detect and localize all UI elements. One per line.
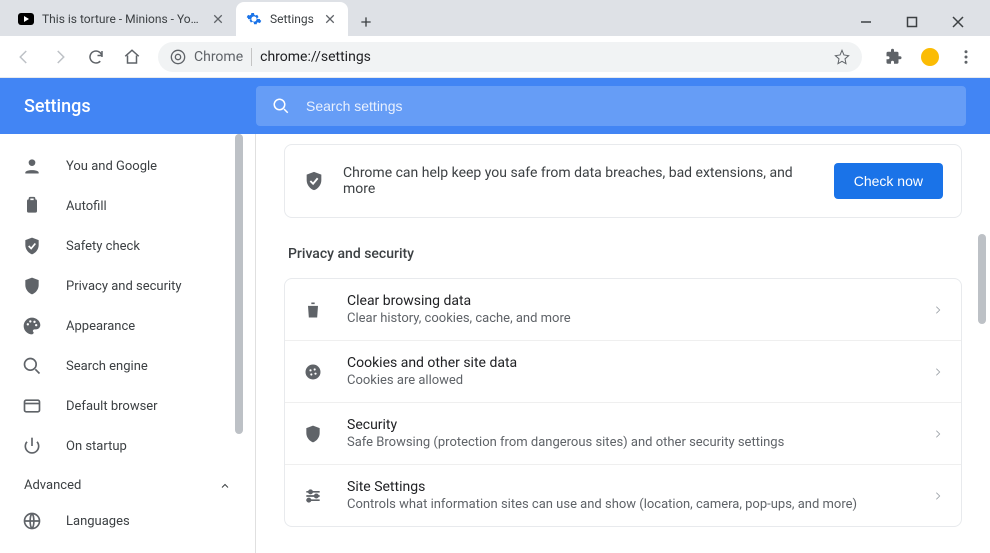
titlebar: This is torture - Minions - YouTu Settin… (0, 0, 990, 36)
star-icon[interactable] (834, 49, 850, 65)
close-icon[interactable] (210, 11, 226, 27)
row-subtitle: Safe Browsing (protection from dangerous… (347, 435, 911, 450)
chrome-icon (170, 49, 186, 65)
palette-icon (22, 316, 42, 336)
row-security[interactable]: Security Safe Browsing (protection from … (285, 402, 961, 464)
row-site-settings[interactable]: Site Settings Controls what information … (285, 464, 961, 526)
row-title: Site Settings (347, 479, 911, 495)
advanced-toggle[interactable]: Advanced (0, 466, 255, 501)
row-subtitle: Clear history, cookies, cache, and more (347, 311, 911, 326)
main-scrollbar[interactable] (974, 134, 990, 553)
window-controls (852, 4, 990, 36)
omnibox[interactable]: Chrome chrome://settings (158, 42, 862, 72)
sidebar-item-on-startup[interactable]: On startup (0, 426, 255, 466)
sidebar-item-autofill[interactable]: Autofill (0, 186, 255, 226)
check-now-button[interactable]: Check now (834, 163, 943, 199)
clipboard-icon (22, 196, 42, 216)
menu-icon[interactable] (950, 41, 982, 73)
safety-banner: Chrome can help keep you safe from data … (284, 144, 962, 218)
section-title: Privacy and security (288, 246, 958, 262)
chevron-right-icon (933, 367, 943, 377)
chevron-right-icon (933, 305, 943, 315)
globe-icon (22, 511, 42, 531)
chevron-right-icon (933, 491, 943, 501)
sidebar-item-search-engine[interactable]: Search engine (0, 346, 255, 386)
sidebar-item-label: Privacy and security (66, 279, 182, 294)
row-cookies[interactable]: Cookies and other site data Cookies are … (285, 340, 961, 402)
chevron-right-icon (933, 429, 943, 439)
divider (251, 48, 252, 66)
forward-button[interactable] (44, 41, 76, 73)
shield-icon (303, 424, 325, 444)
sidebar-item-label: On startup (66, 439, 127, 454)
sidebar-item-safety-check[interactable]: Safety check (0, 226, 255, 266)
tab-title: Settings (270, 12, 314, 26)
person-icon (22, 156, 42, 176)
toolbar: Chrome chrome://settings (0, 36, 990, 78)
omnibox-scheme: Chrome (194, 49, 243, 65)
new-tab-button[interactable] (352, 8, 380, 36)
safety-message: Chrome can help keep you safe from data … (343, 165, 816, 197)
maximize-button[interactable] (898, 8, 926, 36)
sidebar-item-label: You and Google (66, 159, 157, 174)
sidebar-item-label: Default browser (66, 399, 158, 414)
row-title: Clear browsing data (347, 293, 911, 309)
sidebar-item-appearance[interactable]: Appearance (0, 306, 255, 346)
sidebar-item-languages[interactable]: Languages (0, 501, 255, 541)
magnify-icon (22, 356, 42, 376)
profile-icon[interactable] (914, 41, 946, 73)
tab-youtube[interactable]: This is torture - Minions - YouTu (8, 2, 236, 36)
row-title: Cookies and other site data (347, 355, 911, 371)
trash-icon (303, 300, 325, 320)
home-button[interactable] (116, 41, 148, 73)
search-icon (272, 97, 290, 115)
sidebar-scrollbar[interactable] (232, 134, 246, 553)
minimize-button[interactable] (852, 8, 880, 36)
gear-icon (246, 11, 262, 27)
shield-icon (22, 276, 42, 296)
chevron-up-icon (219, 480, 231, 492)
browser-icon (22, 396, 42, 416)
row-subtitle: Controls what information sites can use … (347, 497, 911, 512)
sidebar: You and Google Autofill Safety check Pri… (0, 134, 256, 553)
sidebar-item-privacy[interactable]: Privacy and security (0, 266, 255, 306)
power-icon (22, 436, 42, 456)
close-icon[interactable] (322, 11, 338, 27)
main: Chrome can help keep you safe from data … (256, 134, 990, 553)
shield-check-icon (22, 236, 42, 256)
sidebar-item-label: Languages (66, 514, 130, 529)
sidebar-item-default-browser[interactable]: Default browser (0, 386, 255, 426)
privacy-list: Clear browsing data Clear history, cooki… (284, 278, 962, 527)
tabstrip: This is torture - Minions - YouTu Settin… (0, 0, 852, 36)
sidebar-item-label: Safety check (66, 239, 140, 254)
search-input[interactable] (306, 98, 950, 114)
close-window-button[interactable] (944, 8, 972, 36)
sliders-icon (303, 486, 325, 506)
cookie-icon (303, 362, 325, 382)
row-title: Security (347, 417, 911, 433)
sidebar-item-label: Autofill (66, 199, 107, 214)
omnibox-url: chrome://settings (260, 49, 371, 65)
reload-button[interactable] (80, 41, 112, 73)
extensions-icon[interactable] (878, 41, 910, 73)
sidebar-item-label: Search engine (66, 359, 148, 374)
row-subtitle: Cookies are allowed (347, 373, 911, 388)
tab-title: This is torture - Minions - YouTu (42, 12, 202, 26)
shield-check-icon (303, 170, 325, 192)
tab-settings[interactable]: Settings (236, 2, 348, 36)
settings-header: Settings (0, 78, 990, 134)
youtube-icon (18, 11, 34, 27)
advanced-label: Advanced (24, 478, 81, 493)
sidebar-item-label: Appearance (66, 319, 135, 334)
back-button[interactable] (8, 41, 40, 73)
search-box[interactable] (256, 86, 966, 126)
content: You and Google Autofill Safety check Pri… (0, 134, 990, 553)
page-title: Settings (24, 96, 256, 117)
row-clear-browsing-data[interactable]: Clear browsing data Clear history, cooki… (285, 279, 961, 340)
sidebar-item-you-and-google[interactable]: You and Google (0, 146, 255, 186)
